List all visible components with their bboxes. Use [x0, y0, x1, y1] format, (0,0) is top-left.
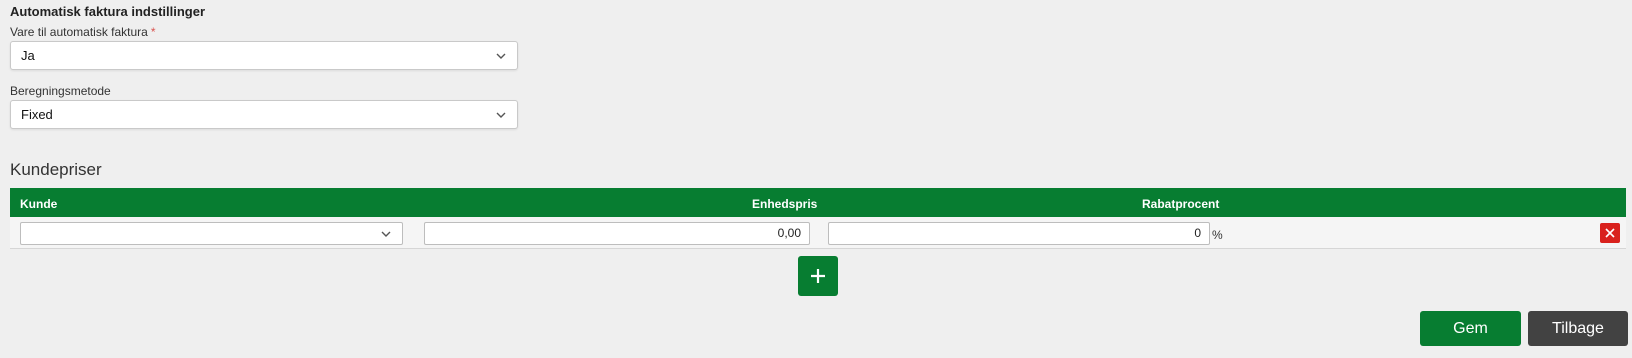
- chevron-down-icon: [381, 231, 391, 237]
- column-header-customer: Kunde: [20, 197, 58, 211]
- delete-row-button[interactable]: [1600, 223, 1620, 243]
- section-title: Automatisk faktura indstillinger: [10, 4, 206, 19]
- back-button[interactable]: Tilbage: [1528, 311, 1628, 346]
- auto-invoice-settings-page: Automatisk faktura indstillinger Vare ti…: [0, 0, 1632, 358]
- chevron-down-icon: [496, 53, 506, 59]
- method-select[interactable]: Fixed: [10, 100, 518, 129]
- item-select[interactable]: Ja: [10, 41, 518, 70]
- item-field-label: Vare til automatisk faktura *: [10, 25, 156, 39]
- chevron-down-icon: [496, 112, 506, 118]
- plus-icon: [811, 269, 825, 283]
- customer-prices-table-header: Kunde Enhedspris Rabatprocent: [10, 188, 1626, 217]
- discount-input[interactable]: 0: [828, 222, 1210, 245]
- customer-select[interactable]: [20, 222, 403, 245]
- item-field-label-text: Vare til automatisk faktura: [10, 25, 148, 39]
- save-button[interactable]: Gem: [1420, 311, 1521, 346]
- column-header-unit-price: Enhedspris: [752, 197, 818, 211]
- customer-prices-title: Kundepriser: [10, 160, 102, 179]
- percent-sign: %: [1212, 228, 1223, 242]
- close-icon: [1605, 228, 1615, 238]
- required-marker: *: [150, 25, 156, 39]
- method-select-value: Fixed: [21, 107, 53, 122]
- column-header-discount: Rabatprocent: [1142, 197, 1220, 211]
- add-row-button[interactable]: [798, 256, 838, 296]
- method-field-label: Beregningsmetode: [10, 84, 111, 98]
- table-row: 0,00 0 %: [10, 217, 1626, 249]
- unit-price-input[interactable]: 0,00: [424, 222, 810, 245]
- item-select-value: Ja: [21, 48, 35, 63]
